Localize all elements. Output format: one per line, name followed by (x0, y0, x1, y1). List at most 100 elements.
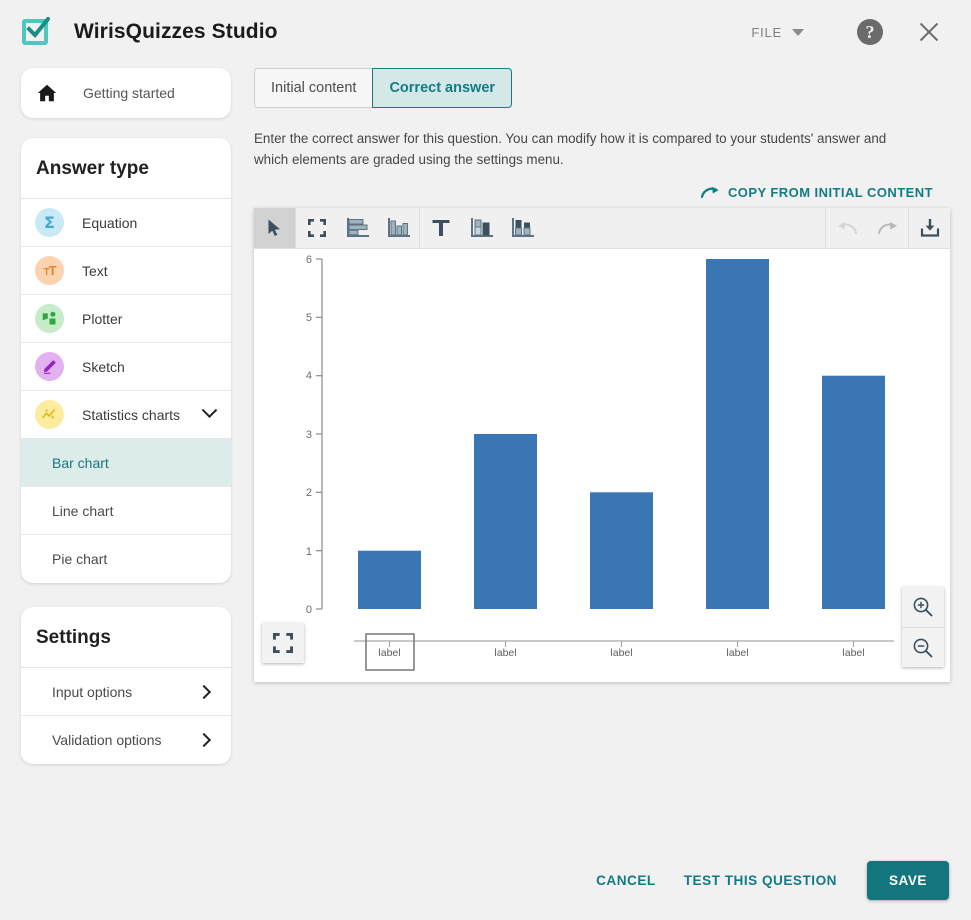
test-this-question-button[interactable]: TEST THIS QUESTION (670, 863, 851, 898)
chart-editor-panel: 6 5 4 3 2 1 0 label label label label la… (254, 208, 950, 682)
copy-link-label: COPY FROM INITIAL CONTENT (727, 185, 933, 200)
redo-icon (877, 222, 897, 234)
close-icon[interactable] (915, 18, 943, 46)
text-T-icon (432, 220, 449, 236)
app-logo-icon (22, 17, 52, 47)
content-tabs: Initial content Correct answer (254, 68, 954, 108)
chevron-down-icon[interactable] (201, 402, 218, 419)
file-menu-button[interactable]: FILE (751, 25, 804, 40)
undo-button[interactable] (826, 208, 867, 248)
chevron-down-icon (792, 28, 804, 36)
pencil-icon (35, 352, 64, 381)
bar-chart-svg: 6 5 4 3 2 1 0 label label label label la… (306, 254, 894, 671)
tab-label: Correct answer (389, 80, 496, 96)
bar (590, 492, 653, 609)
answer-type-title: Answer type (21, 138, 231, 199)
sidebar-item-line-chart[interactable]: Line chart (21, 487, 231, 535)
zoom-out-icon (913, 638, 933, 657)
sidebar-item-statistics-charts[interactable]: Statistics charts (21, 391, 231, 439)
svg-text:1: 1 (306, 546, 312, 558)
text-format-icon: ⁠TT (35, 256, 64, 285)
sidebar-item-bar-chart[interactable]: Bar chart (21, 439, 231, 487)
answer-type-label: Sketch (82, 358, 125, 375)
copy-from-initial-content-row: COPY FROM INITIAL CONTENT (254, 185, 933, 200)
sidebar: Getting started Answer type Σ Equation ⁠… (21, 68, 231, 764)
stacked-bar-tool-button[interactable] (461, 208, 502, 248)
horizontal-bar-tool-button[interactable] (337, 208, 378, 248)
main-content: Initial content Correct answer Enter the… (254, 68, 954, 682)
fit-screen-tool-button[interactable] (296, 208, 337, 248)
answer-type-card: Answer type Σ Equation ⁠TT Text (21, 138, 231, 583)
chart-type-label: Pie chart (52, 551, 108, 567)
cancel-button[interactable]: CANCEL (582, 863, 670, 898)
zoom-in-button[interactable] (902, 587, 944, 627)
tab-correct-answer[interactable]: Correct answer (372, 68, 513, 108)
chart-type-label: Line chart (52, 502, 114, 519)
cursor-arrow-icon (268, 219, 280, 236)
grouped-bar-tool-button[interactable] (502, 208, 543, 248)
redo-button[interactable] (867, 208, 908, 248)
answer-type-label: Statistics charts (82, 406, 181, 423)
tab-label: Initial content (271, 80, 357, 96)
canvas-fullscreen-button[interactable] (262, 623, 304, 663)
file-menu-label: FILE (751, 24, 782, 40)
download-button[interactable] (909, 208, 950, 248)
stacked-bar-chart-icon (470, 218, 493, 237)
header-actions: FILE ? (751, 0, 971, 64)
zoom-in-icon (913, 597, 933, 617)
sidebar-item-plotter[interactable]: Plotter (21, 295, 231, 343)
zoom-out-button[interactable] (902, 627, 944, 667)
answer-type-label: Text (82, 262, 108, 279)
sidebar-item-sketch[interactable]: Sketch (21, 343, 231, 391)
svg-text:6: 6 (306, 254, 312, 266)
x-axis-label: label (726, 647, 748, 659)
tab-initial-content[interactable]: Initial content (254, 68, 373, 108)
sidebar-item-text[interactable]: ⁠TT Text (21, 247, 231, 295)
answer-type-label: Plotter (82, 310, 123, 327)
plotter-icon (35, 304, 64, 333)
x-axis-label: label (494, 647, 516, 659)
chart-type-label: Bar chart (52, 454, 109, 471)
svg-text:3: 3 (306, 429, 312, 441)
answer-type-label: Equation (82, 214, 138, 231)
x-axis-label: label (842, 647, 864, 659)
help-icon[interactable]: ? (857, 19, 883, 45)
svg-text:5: 5 (306, 312, 312, 324)
home-icon (35, 82, 59, 104)
copy-from-initial-content-button[interactable]: COPY FROM INITIAL CONTENT (700, 185, 933, 200)
redo-arrow-icon (700, 186, 719, 198)
sidebar-item-input-options[interactable]: Input options (21, 668, 231, 716)
sidebar-item-equation[interactable]: Σ Equation (21, 199, 231, 247)
canvas-zoom-controls (902, 587, 944, 667)
sidebar-item-pie-chart[interactable]: Pie chart (21, 535, 231, 583)
text-tool-button[interactable] (420, 208, 461, 248)
svg-text:4: 4 (306, 370, 312, 382)
sidebar-item-validation-options[interactable]: Validation options (21, 716, 231, 764)
grouped-bar-chart-icon (511, 218, 534, 237)
select-tool-button[interactable] (254, 208, 295, 248)
chevron-right-icon (196, 684, 212, 699)
settings-title: Settings (21, 607, 231, 668)
description-text: Enter the correct answer for this questi… (254, 131, 887, 167)
app-header: WirisQuizzes Studio FILE ? (0, 0, 971, 64)
vertical-bar-chart-icon (387, 218, 410, 237)
bar-chart-canvas[interactable]: 6 5 4 3 2 1 0 label label label label la… (254, 249, 950, 681)
chevron-right-icon (196, 732, 212, 748)
x-axis-label: label (378, 647, 400, 659)
svg-text:2: 2 (306, 487, 312, 499)
getting-started-label: Getting started (83, 85, 175, 101)
bar (474, 434, 537, 609)
bar (358, 550, 421, 609)
vertical-bar-tool-button[interactable] (378, 208, 419, 248)
footer-actions: CANCEL TEST THIS QUESTION SAVE (582, 861, 949, 900)
settings-item-label: Validation options (52, 732, 162, 748)
download-icon (920, 219, 939, 237)
chart-toolbar (254, 208, 950, 249)
app-title: WirisQuizzes Studio (74, 20, 278, 43)
sidebar-item-getting-started[interactable]: Getting started (21, 68, 231, 118)
statistics-sparkle-icon (35, 400, 64, 429)
settings-card: Settings Input options Validation option… (21, 607, 231, 764)
sigma-icon: Σ (35, 208, 64, 237)
save-button[interactable]: SAVE (866, 861, 949, 900)
